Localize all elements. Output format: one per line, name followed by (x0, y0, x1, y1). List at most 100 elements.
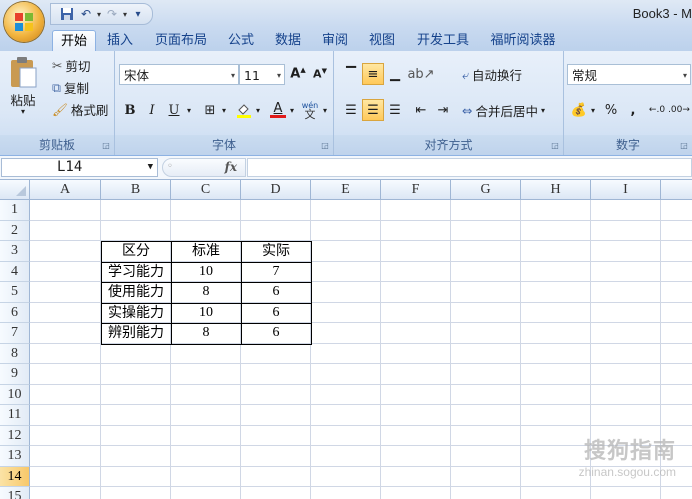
select-all-button[interactable] (0, 180, 30, 200)
undo-icon[interactable]: ↶ (78, 6, 94, 22)
tab-review[interactable]: 审阅 (316, 30, 354, 51)
merge-center-button[interactable]: ⇔ 合并后居中 ▾ (462, 101, 545, 120)
row-header-7[interactable]: 7 (0, 323, 30, 344)
align-top-icon: ▔ (346, 66, 356, 82)
font-size-dropdown-icon[interactable]: ▾ (277, 65, 281, 86)
office-button[interactable] (4, 2, 44, 42)
row-header-10[interactable]: 10 (0, 384, 30, 405)
column-header-c[interactable]: C (171, 180, 241, 200)
merge-center-icon: ⇔ (462, 103, 473, 118)
borders-dropdown-icon[interactable]: ▾ (219, 99, 229, 121)
column-header-g[interactable]: G (451, 180, 521, 200)
font-name-dropdown-icon[interactable]: ▾ (231, 65, 235, 86)
column-header-a[interactable]: A (30, 180, 101, 200)
redo-icon[interactable]: ↷ (104, 6, 120, 22)
number-launcher-icon[interactable]: ◲ (679, 141, 689, 151)
accounting-format-button[interactable]: 💰 (568, 99, 590, 121)
undo-dropdown-icon[interactable]: ▾ (97, 10, 101, 19)
grow-font-icon: A▲ (290, 66, 306, 82)
font-color-letter: A (273, 101, 283, 116)
increase-decimal-icon: ←.0 (648, 105, 666, 115)
align-middle-button[interactable]: ≡ (362, 63, 384, 85)
row-header-15[interactable]: 15 (0, 487, 30, 499)
number-format-combo[interactable]: 常规 ▾ (567, 64, 691, 85)
tab-insert[interactable]: 插入 (101, 30, 139, 51)
font-size-combo[interactable]: 11 ▾ (239, 64, 285, 85)
name-box-dropdown-icon[interactable]: ▼ (148, 159, 153, 176)
bold-button[interactable]: B (119, 99, 141, 121)
customize-qat-icon[interactable]: ▾ (130, 6, 146, 22)
table-inner-border (101, 261, 311, 263)
align-left-button[interactable]: ☰ (340, 99, 362, 121)
name-box[interactable]: L14 ▼ (1, 158, 158, 177)
italic-button[interactable]: I (141, 99, 163, 121)
row-header-13[interactable]: 13 (0, 446, 30, 467)
alignment-launcher-icon[interactable]: ◲ (550, 141, 560, 151)
accounting-dropdown-icon[interactable]: ▾ (588, 99, 598, 121)
orientation-button[interactable]: ab↗ (407, 63, 434, 85)
underline-dropdown-icon[interactable]: ▾ (183, 99, 195, 121)
format-painter-button[interactable]: 🖌 格式刷 (52, 100, 108, 119)
row-header-8[interactable]: 8 (0, 343, 30, 364)
tab-developer[interactable]: 开发工具 (410, 30, 476, 51)
column-header-h[interactable]: H (521, 180, 591, 200)
tab-home[interactable]: 开始 (52, 30, 96, 52)
tab-page-layout[interactable]: 页面布局 (149, 30, 213, 51)
increase-decimal-button[interactable]: ←.0 (646, 99, 668, 121)
font-name-combo[interactable]: 宋体 ▾ (119, 64, 239, 85)
tab-data[interactable]: 数据 (269, 30, 307, 51)
copy-button[interactable]: ⧉ 复制 (52, 78, 89, 97)
paste-dropdown-icon[interactable]: ▾ (21, 107, 25, 116)
column-header-i[interactable]: I (591, 180, 661, 200)
decrease-decimal-button[interactable]: .00→ (668, 99, 690, 121)
row-header-9[interactable]: 9 (0, 364, 30, 385)
row-header-11[interactable]: 11 (0, 405, 30, 426)
insert-function-button[interactable]: fx (225, 159, 237, 176)
increase-indent-button[interactable]: ⇥ (432, 99, 454, 121)
paste-button[interactable]: 粘贴 ▾ (8, 55, 38, 116)
table-inner-border (101, 282, 311, 283)
fill-color-dropdown-icon[interactable]: ▾ (253, 99, 263, 121)
font-launcher-icon[interactable]: ◲ (320, 141, 330, 151)
comma-style-button[interactable]: , (622, 99, 644, 121)
grow-font-button[interactable]: A▲ (287, 63, 309, 85)
shrink-font-button[interactable]: A▼ (309, 63, 331, 85)
cut-button[interactable]: ✂ 剪切 (52, 56, 91, 75)
redo-dropdown-icon[interactable]: ▾ (123, 10, 127, 19)
row-header-6[interactable]: 6 (0, 302, 30, 323)
align-top-button[interactable]: ▔ (340, 63, 362, 85)
column-header-partial[interactable] (661, 180, 692, 200)
fill-color-button[interactable] (233, 99, 255, 121)
align-center-button[interactable]: ☰ (362, 99, 384, 121)
wrap-text-button[interactable]: ⤶ 自动换行 (462, 65, 522, 84)
row-header-4[interactable]: 4 (0, 261, 30, 282)
phonetic-guide-button[interactable]: wén 文 (299, 99, 321, 121)
row-header-12[interactable]: 12 (0, 425, 30, 446)
save-icon[interactable] (59, 6, 75, 22)
tab-view[interactable]: 视图 (363, 30, 401, 51)
borders-button[interactable]: ⊞ (199, 99, 221, 121)
tab-foxit-reader[interactable]: 福昕阅读器 (484, 30, 562, 51)
align-bottom-button[interactable]: ▁ (384, 63, 406, 85)
row-header-5[interactable]: 5 (0, 282, 30, 303)
phonetic-dropdown-icon[interactable]: ▾ (320, 99, 330, 121)
row-header-14[interactable]: 14 (0, 466, 30, 487)
column-header-b[interactable]: B (101, 180, 171, 200)
decrease-indent-button[interactable]: ⇤ (410, 99, 432, 121)
font-color-dropdown-icon[interactable]: ▾ (287, 99, 297, 121)
column-header-d[interactable]: D (241, 180, 311, 200)
formula-input[interactable] (247, 158, 692, 177)
underline-button[interactable]: U (163, 99, 185, 121)
merge-center-dropdown-icon[interactable]: ▾ (541, 106, 545, 115)
font-color-button[interactable]: A (267, 99, 289, 121)
align-right-button[interactable]: ☰ (384, 99, 406, 121)
clipboard-launcher-icon[interactable]: ◲ (101, 141, 111, 151)
percent-button[interactable]: % (600, 99, 622, 121)
column-header-f[interactable]: F (381, 180, 451, 200)
row-header-1[interactable]: 1 (0, 200, 30, 221)
column-header-e[interactable]: E (311, 180, 381, 200)
tab-formulas[interactable]: 公式 (222, 30, 260, 51)
row-header-3[interactable]: 3 (0, 241, 30, 262)
number-format-dropdown-icon[interactable]: ▾ (683, 65, 687, 86)
row-header-2[interactable]: 2 (0, 220, 30, 241)
